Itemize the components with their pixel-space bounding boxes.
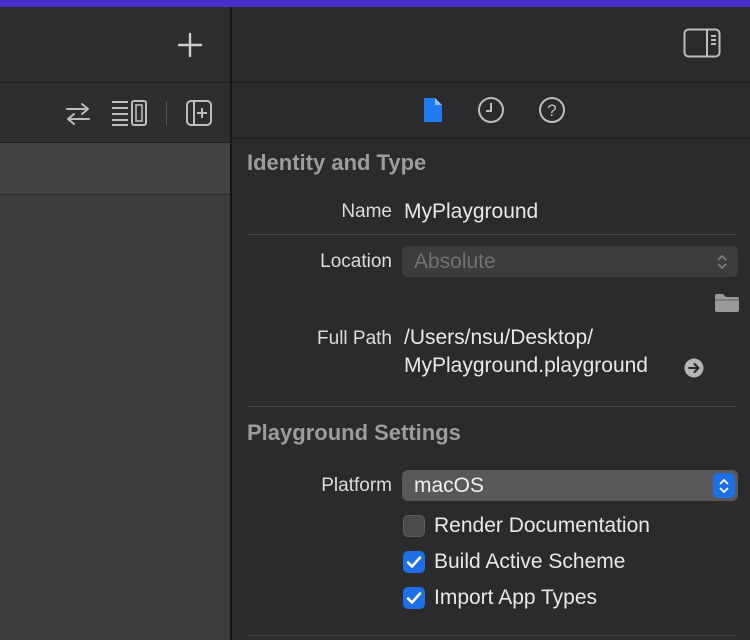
inspector-panel: ? Identity and Type Name MyPlayground Lo…	[232, 7, 750, 640]
platform-label: Platform	[321, 475, 392, 496]
add-editor-icon	[186, 100, 212, 126]
tab-help-inspector[interactable]: ?	[535, 93, 569, 127]
checkmark-icon	[406, 556, 422, 568]
editor-tab-bar	[0, 7, 230, 83]
platform-select[interactable]: macOS	[402, 470, 738, 501]
import-app-types-checkbox[interactable]	[403, 587, 425, 609]
editor-toolbar	[0, 83, 230, 143]
fullpath-line1: /Users/nsu/Desktop/	[404, 326, 594, 349]
editor-area	[0, 7, 230, 640]
editor-layout-icon	[112, 100, 147, 126]
add-editor-button[interactable]	[183, 97, 215, 129]
build-active-scheme-checkbox[interactable]	[403, 551, 425, 573]
section-divider	[248, 406, 736, 407]
platform-select-value: macOS	[414, 474, 485, 497]
select-chevron-icon	[717, 254, 727, 270]
inspector-tab-bar: ?	[232, 83, 750, 139]
history-inspector-icon	[478, 97, 504, 123]
inspector-top-bar	[232, 7, 750, 83]
swap-icon	[66, 103, 90, 125]
file-inspector-icon	[424, 98, 442, 122]
tab-history-inspector[interactable]	[474, 93, 508, 127]
select-chevron-icon	[719, 478, 729, 494]
bottom-divider	[248, 635, 736, 636]
folder-icon	[715, 294, 739, 312]
platform-select-stepper	[713, 473, 735, 498]
identity-section-title: Identity and Type	[247, 150, 427, 175]
build-active-scheme-label: Build Active Scheme	[434, 550, 626, 573]
editor-layout-button[interactable]	[108, 97, 150, 129]
plus-icon	[177, 32, 203, 58]
location-select-value: Absolute	[414, 250, 496, 273]
reveal-in-finder-button[interactable]	[682, 356, 706, 380]
location-select[interactable]: Absolute	[402, 246, 738, 277]
swap-button[interactable]	[62, 99, 94, 129]
editor-content	[0, 195, 230, 640]
render-documentation-checkbox[interactable]	[403, 515, 425, 537]
import-app-types-label: Import App Types	[434, 586, 598, 609]
window-top-bar	[0, 0, 750, 7]
tab-file-inspector[interactable]	[418, 93, 448, 127]
add-tab-button[interactable]	[176, 31, 204, 59]
checkmark-icon	[406, 592, 422, 604]
name-divider	[248, 234, 736, 235]
editor-jump-bar	[0, 143, 230, 195]
name-label: Name	[341, 201, 392, 222]
name-value[interactable]: MyPlayground	[404, 200, 538, 224]
fullpath-label: Full Path	[317, 328, 392, 349]
svg-text:?: ?	[547, 101, 556, 120]
toggle-inspector-button[interactable]	[682, 27, 722, 59]
render-documentation-label: Render Documentation	[434, 514, 650, 537]
arrow-circle-icon	[684, 358, 704, 378]
toolbar-separator	[166, 101, 167, 125]
help-inspector-icon: ?	[539, 97, 565, 123]
toggle-inspector-icon	[683, 28, 721, 58]
playground-section-title: Playground Settings	[247, 420, 461, 445]
choose-folder-button[interactable]	[712, 291, 742, 315]
fullpath-line2: MyPlayground.playground	[404, 354, 648, 377]
location-label: Location	[320, 251, 392, 272]
